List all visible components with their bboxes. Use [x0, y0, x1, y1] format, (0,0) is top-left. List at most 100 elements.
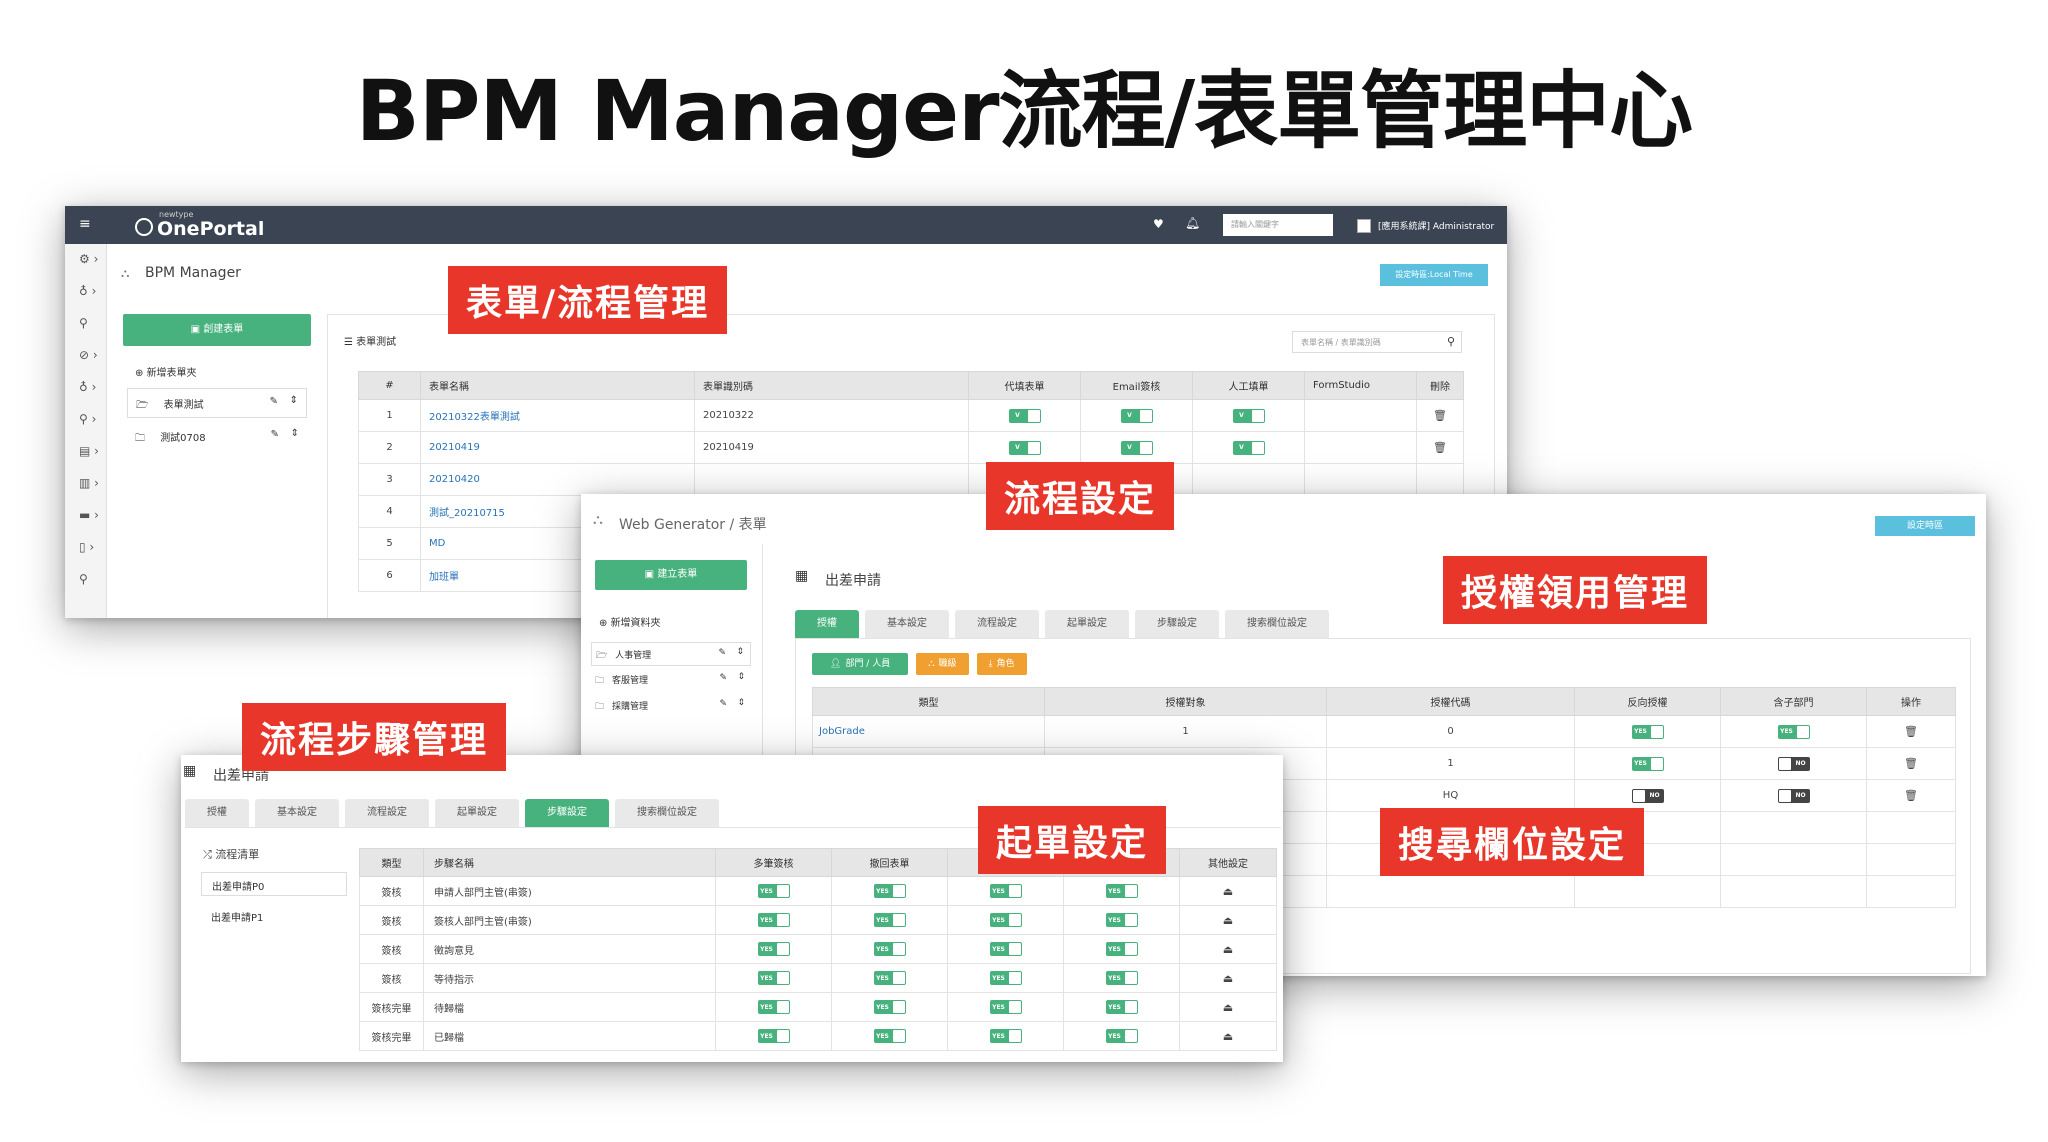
sort-icon[interactable]: ⇕ [291, 428, 299, 439]
tab-5[interactable]: 搜索欄位設定 [1225, 610, 1329, 638]
trash-icon[interactable]: 🗑︎ [1433, 409, 1447, 422]
auth-type-button-2[interactable]: ⤓ 角色 [976, 653, 1027, 675]
toggle-yes[interactable]: YES [757, 884, 790, 898]
sort-icon[interactable]: ⇕ [736, 647, 744, 657]
toggle-yes[interactable]: YES [989, 942, 1022, 956]
flow-item-0[interactable]: 出差申請P0 [201, 872, 347, 896]
user-name[interactable]: [應用系統課] Administrator [1378, 219, 1494, 232]
edit-icon[interactable]: ✎ [718, 648, 726, 658]
toggle-yes[interactable]: YES [989, 1000, 1022, 1014]
toggle-yes[interactable]: YES [757, 971, 790, 985]
tab-3[interactable]: 起單設定 [1045, 610, 1129, 638]
folder-item-2[interactable]: 🗀︎ 採購管理 ✎ ⇕ [591, 694, 751, 718]
tab-4[interactable]: 步驟設定 [525, 799, 609, 827]
form-search-input[interactable]: 表單名稱 / 表單識別碼 ⚲ [1292, 331, 1462, 353]
tab-2[interactable]: 流程設定 [955, 610, 1039, 638]
avatar[interactable] [1357, 219, 1371, 233]
trash-icon[interactable]: 🗑︎ [1904, 757, 1918, 770]
menu-icon[interactable]: ≡ [79, 216, 91, 232]
toggle-yes[interactable]: YES [1105, 1000, 1138, 1014]
timezone-button[interactable]: 設定時區:Local Time [1380, 264, 1488, 286]
header-search-input[interactable]: 請輸入關鍵字 [1223, 214, 1333, 236]
search-icon-2[interactable]: ⚲ › [79, 412, 96, 426]
search-icon-3[interactable]: ⚲ [79, 572, 88, 586]
edit-icon[interactable]: ✎ [719, 673, 727, 683]
cell-text[interactable]: 測試_20210715 [429, 508, 505, 519]
edit-icon[interactable]: ✎ [271, 429, 279, 440]
cell-text[interactable]: 20210419 [429, 442, 480, 453]
toggle-yes[interactable]: YES [1105, 942, 1138, 956]
trash-icon[interactable]: 🗑︎ [1904, 725, 1918, 738]
settings-dialog-icon[interactable]: ⏏ [1223, 943, 1233, 956]
list-icon[interactable]: ▤ › [79, 444, 99, 458]
toggle-yes[interactable]: YES [873, 942, 906, 956]
toggle-yes[interactable]: YES [989, 884, 1022, 898]
tab-1[interactable]: 基本設定 [255, 799, 339, 827]
new-category-link[interactable]: ⊕ 新增表單夾 [135, 364, 197, 379]
file-icon[interactable]: ▯ › [79, 540, 94, 554]
cell-text[interactable]: MD [429, 538, 445, 549]
new-folder-link[interactable]: ⊕ 新增資料夾 [599, 614, 661, 629]
settings-icon[interactable]: ⚙ › [79, 252, 98, 266]
tab-0[interactable]: 授權 [185, 799, 249, 827]
toggle-yes[interactable]: YES [1631, 724, 1664, 739]
flow-item-1[interactable]: 出差申請P1 [201, 904, 347, 928]
search-icon[interactable]: ⚲ [1447, 335, 1455, 348]
folder-icon[interactable]: ▬ › [79, 508, 99, 522]
tab-2[interactable]: 流程設定 [345, 799, 429, 827]
lightbulb-icon[interactable]: ♁ › [79, 284, 96, 298]
toggle-yes[interactable]: V [1120, 408, 1153, 423]
tab-4[interactable]: 步驟設定 [1135, 610, 1219, 638]
toggle-yes[interactable]: YES [757, 942, 790, 956]
search-icon[interactable]: ⚲ [79, 316, 88, 330]
lightbulb-icon-2[interactable]: ♁ › [79, 380, 96, 394]
cell-text[interactable]: 加班單 [429, 572, 459, 583]
toggle-yes[interactable]: YES [873, 884, 906, 898]
toggle-no[interactable]: NO [1631, 788, 1664, 803]
settings-dialog-icon[interactable]: ⏏ [1223, 1001, 1233, 1014]
toggle-yes[interactable]: YES [1631, 756, 1664, 771]
folder-item-0[interactable]: 🗁︎ 人事管理 ✎ ⇕ [591, 642, 751, 666]
edit-icon[interactable]: ✎ [270, 396, 278, 407]
folder-item-1[interactable]: 🗀︎ 客服管理 ✎ ⇕ [591, 668, 751, 692]
toggle-yes[interactable]: YES [989, 971, 1022, 985]
create-form-button[interactable]: ▣ 建立表單 [595, 560, 747, 590]
settings-dialog-icon[interactable]: ⏏ [1223, 972, 1233, 985]
tab-5[interactable]: 搜索欄位設定 [615, 799, 719, 827]
tab-0[interactable]: 授權 [795, 610, 859, 638]
toggle-yes[interactable]: YES [1105, 1029, 1138, 1043]
toggle-yes[interactable]: YES [989, 1029, 1022, 1043]
sort-icon[interactable]: ⇕ [290, 395, 298, 406]
cell-text[interactable]: 20210322表單測試 [429, 412, 520, 423]
toggle-yes[interactable]: YES [873, 1000, 906, 1014]
trash-icon[interactable]: 🗑︎ [1904, 789, 1918, 802]
settings-dialog-icon[interactable]: ⏏ [1223, 885, 1233, 898]
toggle-yes[interactable]: YES [757, 1000, 790, 1014]
cell-text[interactable]: 20210420 [429, 474, 480, 485]
tab-1[interactable]: 基本設定 [865, 610, 949, 638]
toggle-yes[interactable]: YES [1105, 971, 1138, 985]
create-form-button[interactable]: ▣ 創建表單 [123, 314, 311, 346]
toggle-yes[interactable]: YES [757, 1029, 790, 1043]
tab-3[interactable]: 起單設定 [435, 799, 519, 827]
toggle-yes[interactable]: YES [873, 1029, 906, 1043]
settings-dialog-icon[interactable]: ⏏ [1223, 914, 1233, 927]
sort-icon[interactable]: ⇕ [737, 672, 745, 682]
toggle-yes[interactable]: V [1120, 440, 1153, 455]
toggle-yes[interactable]: YES [873, 913, 906, 927]
toggle-yes[interactable]: YES [1105, 913, 1138, 927]
sort-icon[interactable]: ⇕ [737, 698, 745, 708]
settings-dialog-icon[interactable]: ⏏ [1223, 1030, 1233, 1043]
toggle-yes[interactable]: YES [873, 971, 906, 985]
edit-icon[interactable]: ✎ [719, 699, 727, 709]
auth-type-button-0[interactable]: 👤︎ 部門 / 人員 [812, 653, 909, 675]
toggle-yes[interactable]: YES [1105, 884, 1138, 898]
folder-item-1[interactable]: 🗀︎ 測試0708 ✎ ⇕ [127, 422, 307, 452]
auth-type-button-1[interactable]: ⛬ 職級 [916, 653, 969, 675]
toggle-yes[interactable]: V [1008, 440, 1041, 455]
toggle-yes[interactable]: V [1232, 440, 1265, 455]
toggle-yes[interactable]: V [1232, 408, 1265, 423]
toggle-no[interactable]: NO [1777, 788, 1810, 803]
chart-icon[interactable]: ▥ › [79, 476, 99, 490]
cell-text[interactable]: JobGrade [819, 726, 865, 737]
